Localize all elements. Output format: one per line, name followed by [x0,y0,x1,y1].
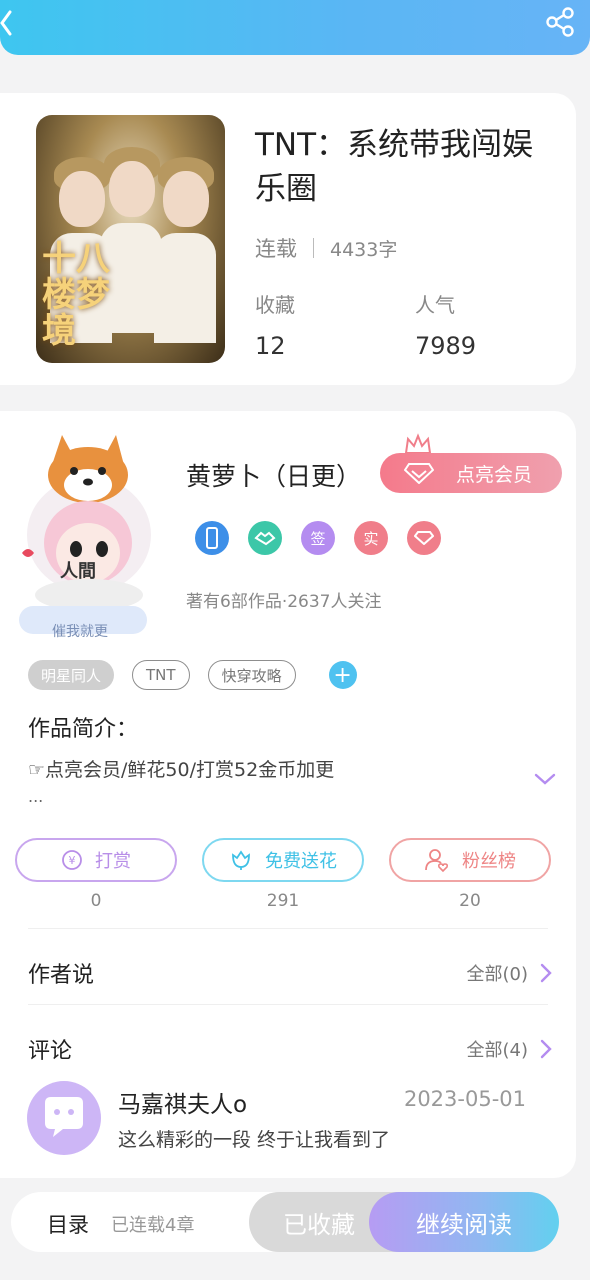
svg-text:¥: ¥ [69,854,76,867]
real-badge-icon[interactable]: 实 [354,521,388,555]
chevron-left-icon[interactable] [0,8,20,38]
commenter-avatar[interactable] [27,1081,101,1155]
continue-reading-label: 继续阅读 [416,1210,512,1239]
phone-badge-icon[interactable] [195,521,229,555]
author-stats: 著有6部作品·2637人关注 [186,592,382,612]
author-says-all-label: 全部(0) [466,964,529,985]
popularity-value: 7989 [415,332,477,360]
book-info-card: 十八楼梦境 TNT：系统带我闯娱乐圈 连载 4433字 收藏 12 人气 798… [0,93,576,385]
comments-all-label: 全部(4) [466,1040,529,1061]
chapter-count: 已连载4章 [111,1215,195,1236]
free-flower-button[interactable]: 免费送花 [202,838,364,882]
tag-chip[interactable]: 明星同人 [28,660,115,690]
sign-badge-icon[interactable]: 签 [301,521,335,555]
popularity-label: 人气 [415,293,455,317]
free-flower-label: 免费送花 [265,851,337,872]
book-meta: 连载 4433字 [255,233,397,263]
tag-chip[interactable]: 快穿攻略 [207,660,296,690]
fans-icon [425,849,449,873]
tip-count: 0 [90,891,102,911]
author-says-title: 作者说 [28,963,95,988]
yen-icon: ¥ [62,850,82,870]
handshake-badge-icon[interactable] [248,521,282,555]
author-avatar[interactable]: 人間 催我就更 [14,425,164,640]
table-of-contents-button[interactable]: 目录 [47,1209,89,1239]
diamond-icon [404,463,434,484]
chevron-right-icon [540,1039,552,1059]
continue-reading-button[interactable]: 继续阅读 [369,1192,559,1252]
book-cover[interactable]: 十八楼梦境 [36,115,225,363]
fans-ranking-button[interactable]: 粉丝榜 [389,838,551,882]
flower-icon [232,850,250,870]
collected-label: 已收藏 [283,1210,355,1239]
favorites-value: 12 [255,332,286,360]
comments-title: 评论 [28,1039,73,1064]
author-detail-card: 人間 催我就更 黄萝卜（日更） 点亮会员 签 实 著有6部作品·2637人关注 … [0,411,576,1178]
chevron-down-icon[interactable] [534,771,556,787]
comments-all-link[interactable]: 全部(4) [467,1036,553,1062]
fans-count: 20 [459,891,481,911]
commenter-name[interactable]: 马嘉祺夫人o [118,1085,247,1119]
chevron-right-icon [540,963,552,983]
fans-ranking-label: 粉丝榜 [462,851,516,872]
favorites-label: 收藏 [255,293,295,317]
tag-list: 明星同人 TNT 快穿攻略 + [28,660,357,690]
favorites-stat: 收藏 12 [255,289,295,360]
top-bar [0,0,590,55]
share-icon[interactable] [544,6,576,38]
author-nickname[interactable]: 黄萝卜（日更） [186,457,361,493]
diamond-badge-icon[interactable] [407,521,441,555]
light-up-vip-button[interactable]: 点亮会员 [380,453,562,493]
meta-divider [313,238,314,258]
section-divider [28,928,548,929]
vip-button-label: 点亮会员 [455,463,532,486]
intro-ellipsis: ... [28,787,44,806]
flower-count: 291 [266,891,300,911]
avatar-caption: 人間 [60,561,96,582]
comment-date: 2023-05-01 [403,1087,526,1111]
intro-text: ☞点亮会员/鲜花50/打赏52金币加更 [28,759,335,781]
urge-update-label[interactable]: 催我就更 [52,621,108,641]
author-badges: 签 实 [195,521,441,555]
section-divider [28,1004,548,1005]
serial-status: 连载 [255,237,297,261]
cover-title-art: 十八楼梦境 [42,239,110,351]
author-says-all-link[interactable]: 全部(0) [467,960,553,986]
tip-button[interactable]: ¥ 打赏 [15,838,177,882]
popularity-stat: 人气 7989 [415,289,476,360]
intro-title: 作品简介： [28,717,139,742]
comment-text: 这么精彩的一段 终于让我看到了 [118,1129,391,1151]
word-count: 4433字 [330,238,398,261]
add-tag-icon[interactable]: + [328,661,357,689]
tip-label: 打赏 [95,851,131,872]
tag-chip[interactable]: TNT [132,660,190,690]
book-title: TNT：系统带我闯娱乐圈 [255,127,534,207]
bottom-action-bar: 目录 已连载4章 已收藏 继续阅读 [11,1192,559,1252]
